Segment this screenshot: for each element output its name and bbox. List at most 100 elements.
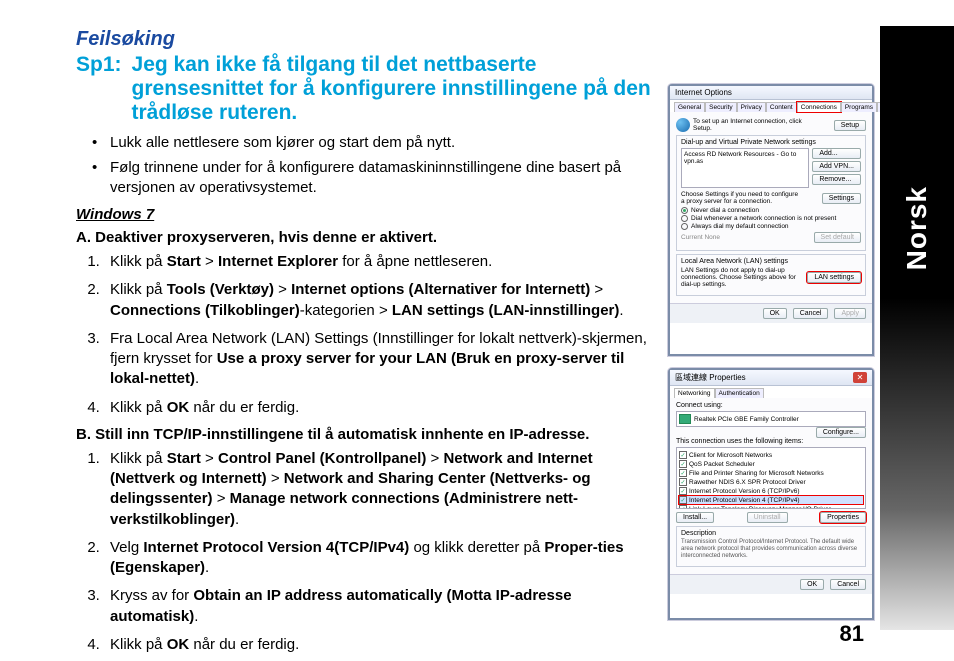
setup-button[interactable]: Setup	[834, 120, 866, 131]
dialog-titlebar: Internet Options	[670, 86, 872, 100]
checkbox-icon: ✓	[679, 496, 687, 504]
connect-using-label: Connect using:	[676, 402, 866, 409]
dialup-legend: Dial-up and Virtual Private Network sett…	[681, 139, 861, 146]
description-fieldset: Description Transmission Control Protoco…	[676, 526, 866, 567]
windows7-heading: Windows 7	[76, 206, 658, 223]
dialog-tabs: General Security Privacy Content Connect…	[670, 100, 872, 112]
screenshot-column: Internet Options General Security Privac…	[668, 0, 874, 661]
proxy-text: Choose Settings if you need to configure…	[681, 191, 801, 205]
adapter-field: Realtek PCIe GBE Family Controller	[676, 411, 866, 427]
setup-row: To set up an Internet connection, click …	[676, 118, 866, 132]
items-label: This connection uses the following items…	[676, 438, 866, 445]
lan-settings-button[interactable]: LAN settings	[807, 272, 861, 283]
dialog-body: Connect using: Realtek PCIe GBE Family C…	[670, 398, 872, 574]
list-item[interactable]: ✓File and Printer Sharing for Microsoft …	[679, 469, 863, 477]
tab-authentication[interactable]: Authentication	[715, 388, 764, 398]
setup-text: To set up an Internet connection, click …	[693, 118, 803, 132]
add-button[interactable]: Add...	[812, 148, 861, 159]
lan-legend: Local Area Network (LAN) settings	[681, 258, 861, 265]
page: Feilsøking Sp1: Jeg kan ikke få tilgang …	[0, 0, 954, 661]
tab-privacy[interactable]: Privacy	[737, 102, 766, 112]
install-button[interactable]: Install...	[676, 512, 714, 523]
configure-button[interactable]: Configure...	[816, 427, 866, 438]
step-a2: Klikk på Tools (Verktøy) > Internet opti…	[104, 280, 658, 321]
dialog-title: Internet Options	[675, 88, 732, 97]
steps-b: Klikk på Start > Control Panel (Kontroll…	[86, 449, 658, 655]
steps-a: Klikk på Start > Internet Explorer for å…	[86, 252, 658, 418]
checkbox-icon: ✓	[679, 505, 687, 509]
checkbox-icon: ✓	[679, 469, 687, 477]
tab-security[interactable]: Security	[705, 102, 736, 112]
question-block: Sp1: Jeg kan ikke få tilgang til det net…	[76, 53, 658, 125]
nic-icon	[679, 414, 691, 424]
description-label: Description	[681, 530, 861, 537]
section-a-heading: A. Deaktiver proxyserveren, hvis denne e…	[76, 229, 658, 246]
checkbox-icon: ✓	[679, 451, 687, 459]
settings-button[interactable]: Settings	[822, 193, 861, 204]
language-tab: Norsk	[880, 26, 954, 630]
checkbox-icon: ✓	[679, 478, 687, 486]
dialup-item: Access RD Network Resources - Go to vpn.…	[684, 151, 796, 165]
step-b4: Klikk på OK når du er ferdig.	[104, 635, 658, 655]
step-b2: Velg Internet Protocol Version 4(TCP/IPv…	[104, 538, 658, 579]
page-number: 81	[840, 621, 864, 647]
dialog-tabs: Networking Authentication	[670, 386, 872, 398]
step-b3: Kryss av for Obtain an IP address automa…	[104, 586, 658, 627]
radio-icon	[681, 207, 688, 214]
remove-button[interactable]: Remove...	[812, 174, 861, 185]
adapter-name: Realtek PCIe GBE Family Controller	[694, 416, 799, 423]
checkbox-icon: ✓	[679, 460, 687, 468]
tab-programs[interactable]: Programs	[841, 102, 877, 112]
sp1-text: Jeg kan ikke få tilgang til det nettbase…	[132, 53, 658, 125]
tab-networking[interactable]: Networking	[674, 388, 715, 398]
language-label: Norsk	[901, 186, 933, 270]
bullet-item: Lukk alle nettlesere som kjører og start…	[92, 133, 658, 153]
radio-always-dial[interactable]: Always dial my default connection	[681, 223, 861, 230]
content-column: Feilsøking Sp1: Jeg kan ikke få tilgang …	[0, 0, 668, 661]
step-a1: Klikk på Start > Internet Explorer for å…	[104, 252, 658, 272]
dialog-body: To set up an Internet connection, click …	[670, 112, 872, 303]
dialog-buttons: OK Cancel Apply	[670, 303, 872, 323]
dialup-list[interactable]: Access RD Network Resources - Go to vpn.…	[681, 148, 809, 188]
dialog-titlebar: 區域連線 Properties ✕	[670, 370, 872, 386]
list-item[interactable]: ✓Client for Microsoft Networks	[679, 451, 863, 459]
set-default-button[interactable]: Set default	[814, 232, 861, 243]
step-a3: Fra Local Area Network (LAN) Settings (I…	[104, 329, 658, 390]
list-item-ipv4[interactable]: ✓Internet Protocol Version 4 (TCP/IPv4)	[679, 496, 863, 504]
tab-general[interactable]: General	[674, 102, 705, 112]
list-item[interactable]: ✓Link-Layer Topology Discovery Mapper I/…	[679, 505, 863, 509]
radio-never-dial[interactable]: Never dial a connection	[681, 207, 861, 214]
tab-connections[interactable]: Connections	[797, 102, 841, 112]
section-b-heading: B. Still inn TCP/IP-innstillingene til å…	[76, 426, 658, 443]
step-a4: Klikk på OK når du er ferdig.	[104, 398, 658, 418]
description-text: Transmission Control Protocol/Internet P…	[681, 539, 861, 561]
close-icon[interactable]: ✕	[853, 372, 867, 383]
add-vpn-button[interactable]: Add VPN...	[812, 161, 861, 172]
cancel-button[interactable]: Cancel	[793, 308, 829, 319]
bullet-item: Følg trinnene under for å konfigurere da…	[92, 158, 658, 199]
dialog-title: 區域連線 Properties	[675, 372, 746, 383]
uninstall-button[interactable]: Uninstall	[747, 512, 788, 523]
heading-troubleshooting: Feilsøking	[76, 28, 658, 51]
lan-line: LAN Settings do not apply to dial-up con…	[681, 267, 801, 288]
ok-button[interactable]: OK	[763, 308, 787, 319]
ok-button[interactable]: OK	[800, 579, 824, 590]
radio-icon	[681, 215, 688, 222]
intro-bullets: Lukk alle nettlesere som kjører og start…	[76, 133, 658, 198]
connection-properties-dialog: 區域連線 Properties ✕ Networking Authenticat…	[668, 368, 874, 620]
internet-options-dialog: Internet Options General Security Privac…	[668, 84, 874, 356]
radio-dial-when[interactable]: Dial whenever a network connection is no…	[681, 215, 861, 222]
list-item[interactable]: ✓Rawether NDIS 6.X SPR Protocol Driver	[679, 478, 863, 486]
apply-button[interactable]: Apply	[834, 308, 866, 319]
list-item[interactable]: ✓QoS Packet Scheduler	[679, 460, 863, 468]
current-line: Current None	[681, 234, 720, 241]
step-b1: Klikk på Start > Control Panel (Kontroll…	[104, 449, 658, 530]
list-item[interactable]: ✓Internet Protocol Version 6 (TCP/IPv6)	[679, 487, 863, 495]
items-list[interactable]: ✓Client for Microsoft Networks ✓QoS Pack…	[676, 447, 866, 509]
tab-content[interactable]: Content	[766, 102, 797, 112]
cancel-button[interactable]: Cancel	[830, 579, 866, 590]
globe-icon	[676, 118, 690, 132]
properties-button[interactable]: Properties	[820, 512, 866, 523]
radio-icon	[681, 223, 688, 230]
dialup-fieldset: Dial-up and Virtual Private Network sett…	[676, 135, 866, 251]
